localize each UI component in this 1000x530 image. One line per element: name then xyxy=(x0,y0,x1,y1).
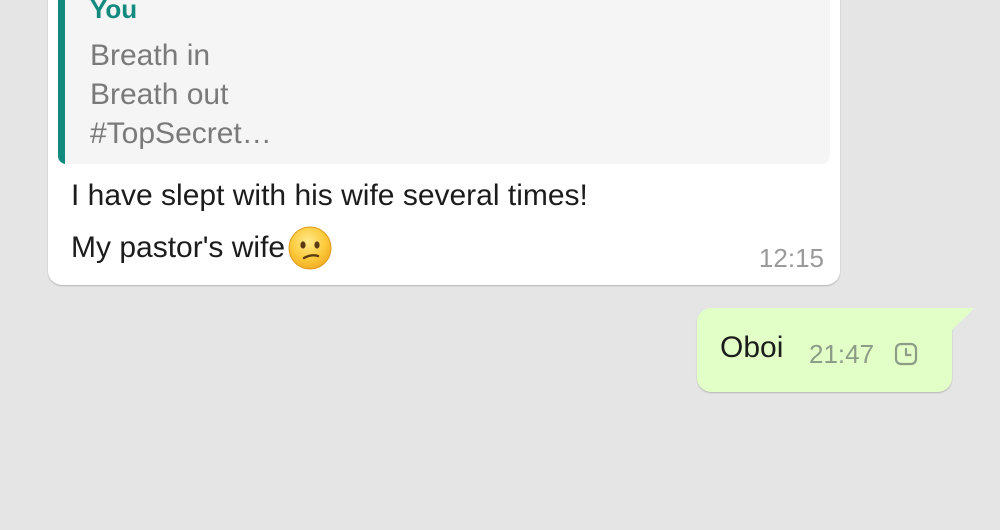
message-text: My pastor's wife xyxy=(71,231,286,264)
message-text-line: My pastor's wife xyxy=(71,225,333,271)
quote-line: #TopSecret… xyxy=(90,117,272,150)
quote-line: Breath in xyxy=(90,39,211,72)
message-text-line: I have slept with his wife several times… xyxy=(71,179,588,212)
bubble-tail xyxy=(952,308,974,330)
message-timestamp: 21:47 xyxy=(809,339,875,369)
message-text: Oboi xyxy=(720,331,784,364)
clock-icon xyxy=(894,342,918,366)
incoming-message-bubble[interactable]: You Breath in Breath out #TopSecret… I h… xyxy=(48,0,840,285)
quoted-message[interactable]: You Breath in Breath out #TopSecret… xyxy=(58,0,830,164)
message-timestamp: 12:15 xyxy=(758,243,824,273)
outgoing-message-bubble[interactable]: Oboi 21:47 xyxy=(697,308,952,392)
quote-author: You xyxy=(90,0,138,24)
quote-line: Breath out xyxy=(90,78,229,111)
confused-face-emoji-icon xyxy=(288,226,332,270)
chat-area[interactable]: You Breath in Breath out #TopSecret… I h… xyxy=(0,0,1000,530)
quote-accent-bar xyxy=(58,0,65,164)
